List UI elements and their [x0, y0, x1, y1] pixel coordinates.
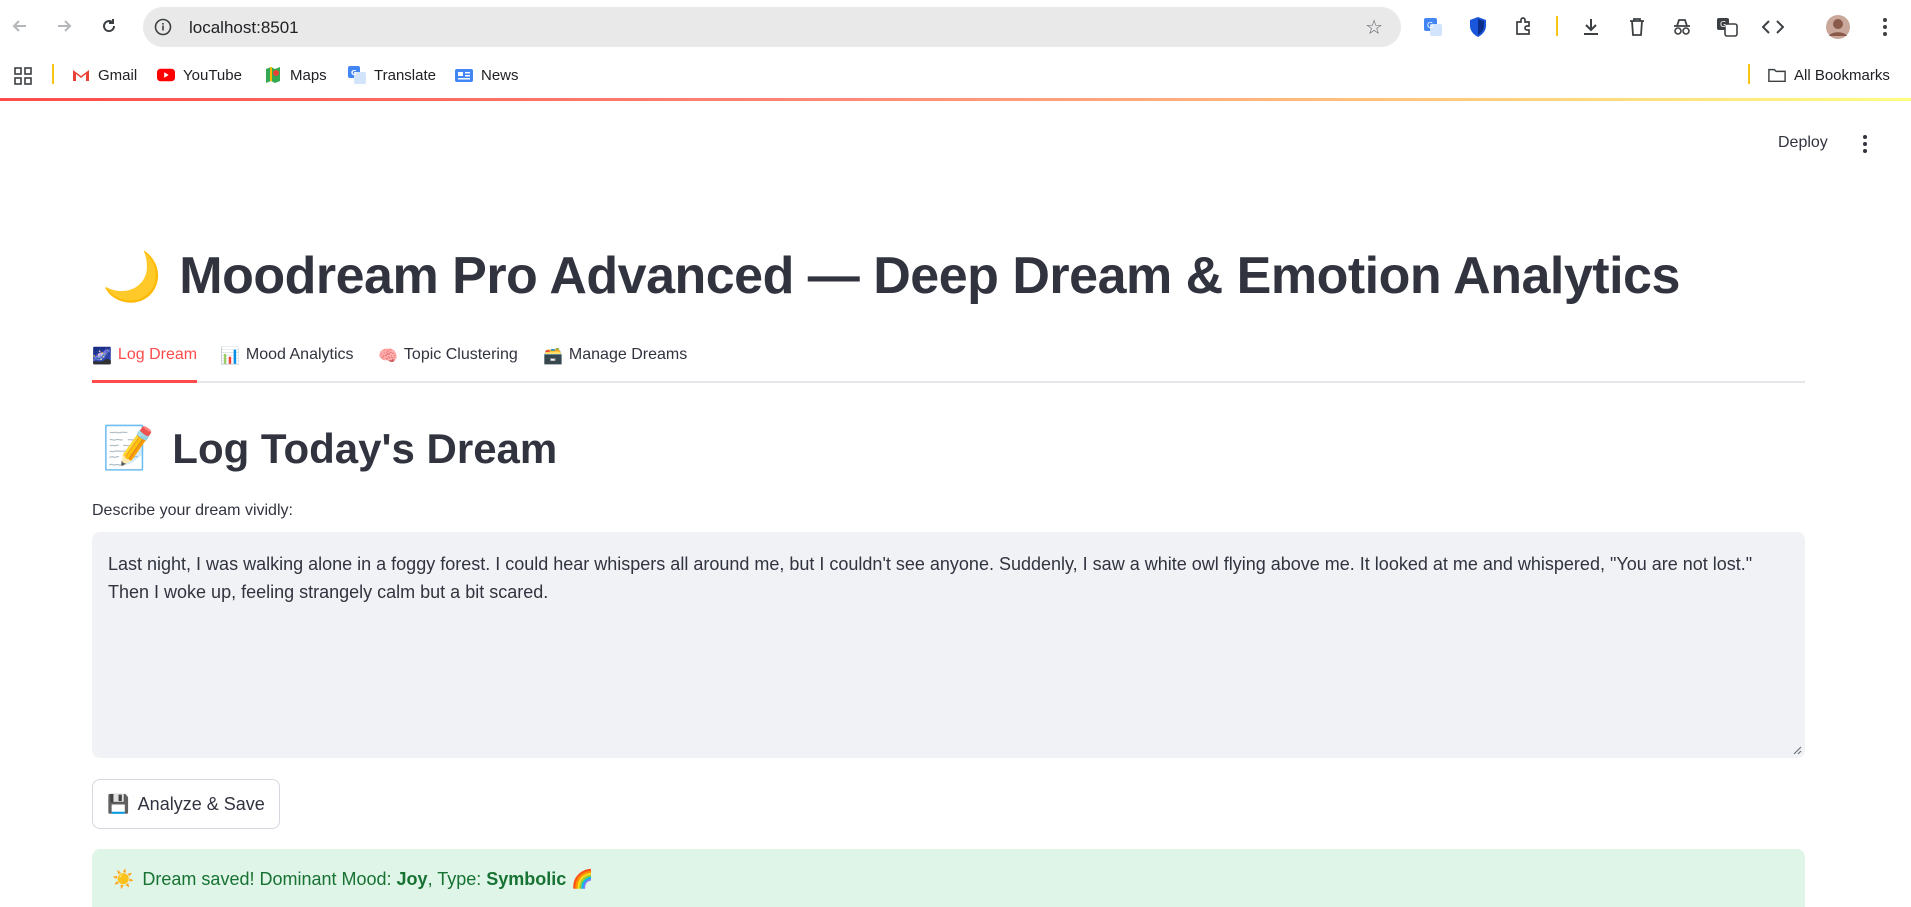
shield-extension-icon[interactable]: [1465, 14, 1491, 40]
extensions-puzzle-icon[interactable]: [1510, 14, 1536, 40]
app-decoration-bar: [0, 98, 1911, 101]
tab-log-dream[interactable]: 🌌 Log Dream: [92, 346, 198, 383]
dream-type: Symbolic: [486, 869, 567, 889]
maps-icon: [264, 66, 282, 84]
svg-text:G: G: [1720, 20, 1726, 29]
bookmarks-divider: [52, 64, 54, 84]
url-text: localhost:8501: [189, 18, 299, 37]
code-icon[interactable]: [1760, 14, 1786, 40]
tab-topic-clustering[interactable]: 🧠 Topic Clustering: [378, 346, 518, 383]
tab-label: Log Dream: [117, 346, 198, 363]
tab-label: Mood Analytics: [245, 346, 354, 363]
svg-text:G: G: [351, 69, 357, 77]
dominant-mood: Joy: [396, 869, 428, 889]
tab-manage-dreams[interactable]: 🗃️ Manage Dreams: [543, 346, 687, 383]
browser-toolbar: localhost:8501 ☆ G G: [0, 0, 1911, 54]
page-title-text: Moodream Pro Advanced — Deep Dream & Emo…: [179, 247, 1680, 305]
all-bookmarks[interactable]: All Bookmarks: [1768, 66, 1890, 84]
all-bookmarks-label: All Bookmarks: [1794, 66, 1890, 84]
dream-input-label: Describe your dream vividly:: [92, 502, 293, 519]
moon-icon: 🌙: [102, 250, 162, 304]
tab-bar: 🌌 Log Dream 📊 Mood Analytics 🧠 Topic Clu…: [92, 338, 1805, 383]
tab-label: Topic Clustering: [403, 346, 518, 363]
google-translate-extension-icon[interactable]: G: [1420, 14, 1446, 40]
tab-mood-analytics[interactable]: 📊 Mood Analytics: [220, 346, 354, 383]
bookmark-label: News: [481, 66, 519, 84]
dream-textarea[interactable]: Last night, I was walking alone in a fog…: [92, 532, 1805, 758]
gmail-icon: [72, 66, 90, 84]
rainbow-icon: 🌈: [571, 869, 594, 889]
toolbar-divider: [1556, 16, 1558, 36]
site-info-icon[interactable]: [153, 17, 173, 37]
news-icon: [455, 66, 473, 84]
night-sky-icon: 🌌: [92, 348, 112, 365]
section-title-text: Log Today's Dream: [172, 424, 558, 472]
success-mid: , Type:: [427, 869, 487, 889]
apps-grid-icon[interactable]: [13, 66, 33, 86]
bookmark-label: YouTube: [183, 66, 242, 84]
sun-icon: ☀️: [112, 869, 135, 889]
success-prefix: Dream saved! Dominant Mood:: [142, 869, 397, 889]
bookmark-label: Gmail: [98, 66, 138, 84]
success-alert: ☀️ Dream saved! Dominant Mood: Joy, Type…: [92, 849, 1805, 907]
bookmark-maps[interactable]: Maps: [264, 66, 327, 84]
resize-grip-icon[interactable]: [1792, 745, 1802, 755]
bookmark-translate[interactable]: G Translate: [348, 66, 436, 84]
bookmark-label: Maps: [290, 66, 327, 84]
browser-menu-icon[interactable]: [1872, 14, 1898, 40]
back-icon[interactable]: [6, 12, 34, 40]
reload-icon[interactable]: [95, 12, 123, 40]
bookmarks-bar: Gmail YouTube Maps G Translate News All …: [0, 54, 1911, 98]
bookmarks-divider: [1748, 64, 1750, 84]
bookmark-gmail[interactable]: Gmail: [72, 66, 137, 84]
forward-icon[interactable]: [50, 12, 78, 40]
card-file-box-icon: 🗃️: [543, 348, 563, 365]
trash-icon[interactable]: [1624, 14, 1650, 40]
profile-avatar[interactable]: [1825, 14, 1851, 40]
translate-icon: G: [348, 66, 366, 84]
bookmark-label: Translate: [374, 66, 436, 84]
translate-page-icon[interactable]: G: [1714, 14, 1740, 40]
success-message: Dream saved! Dominant Mood: Joy, Type: S…: [142, 869, 593, 890]
dream-text: Last night, I was walking alone in a fog…: [108, 554, 1753, 602]
bookmark-star-icon[interactable]: ☆: [1365, 15, 1383, 40]
incognito-icon[interactable]: [1669, 14, 1695, 40]
tab-label: Manage Dreams: [568, 346, 688, 363]
download-icon[interactable]: [1578, 14, 1604, 40]
bookmark-youtube[interactable]: YouTube: [157, 66, 242, 84]
app-menu-icon[interactable]: [1855, 131, 1875, 157]
folder-icon: [1768, 66, 1786, 84]
section-title: 📝 Log Today's Dream: [102, 424, 557, 473]
brain-icon: 🧠: [378, 348, 398, 365]
floppy-disk-icon: 💾: [107, 793, 130, 814]
button-label: Analyze & Save: [137, 793, 265, 814]
memo-icon: 📝: [102, 424, 155, 471]
youtube-icon: [157, 66, 175, 84]
bar-chart-icon: 📊: [220, 348, 240, 365]
deploy-button[interactable]: Deploy: [1778, 134, 1828, 152]
bookmark-news[interactable]: News: [455, 66, 519, 84]
page-title: 🌙 Moodream Pro Advanced — Deep Dream & E…: [102, 246, 1680, 306]
analyze-save-button[interactable]: 💾 Analyze & Save: [92, 779, 280, 829]
svg-text:G: G: [1427, 21, 1433, 30]
address-bar[interactable]: localhost:8501 ☆: [143, 7, 1401, 47]
